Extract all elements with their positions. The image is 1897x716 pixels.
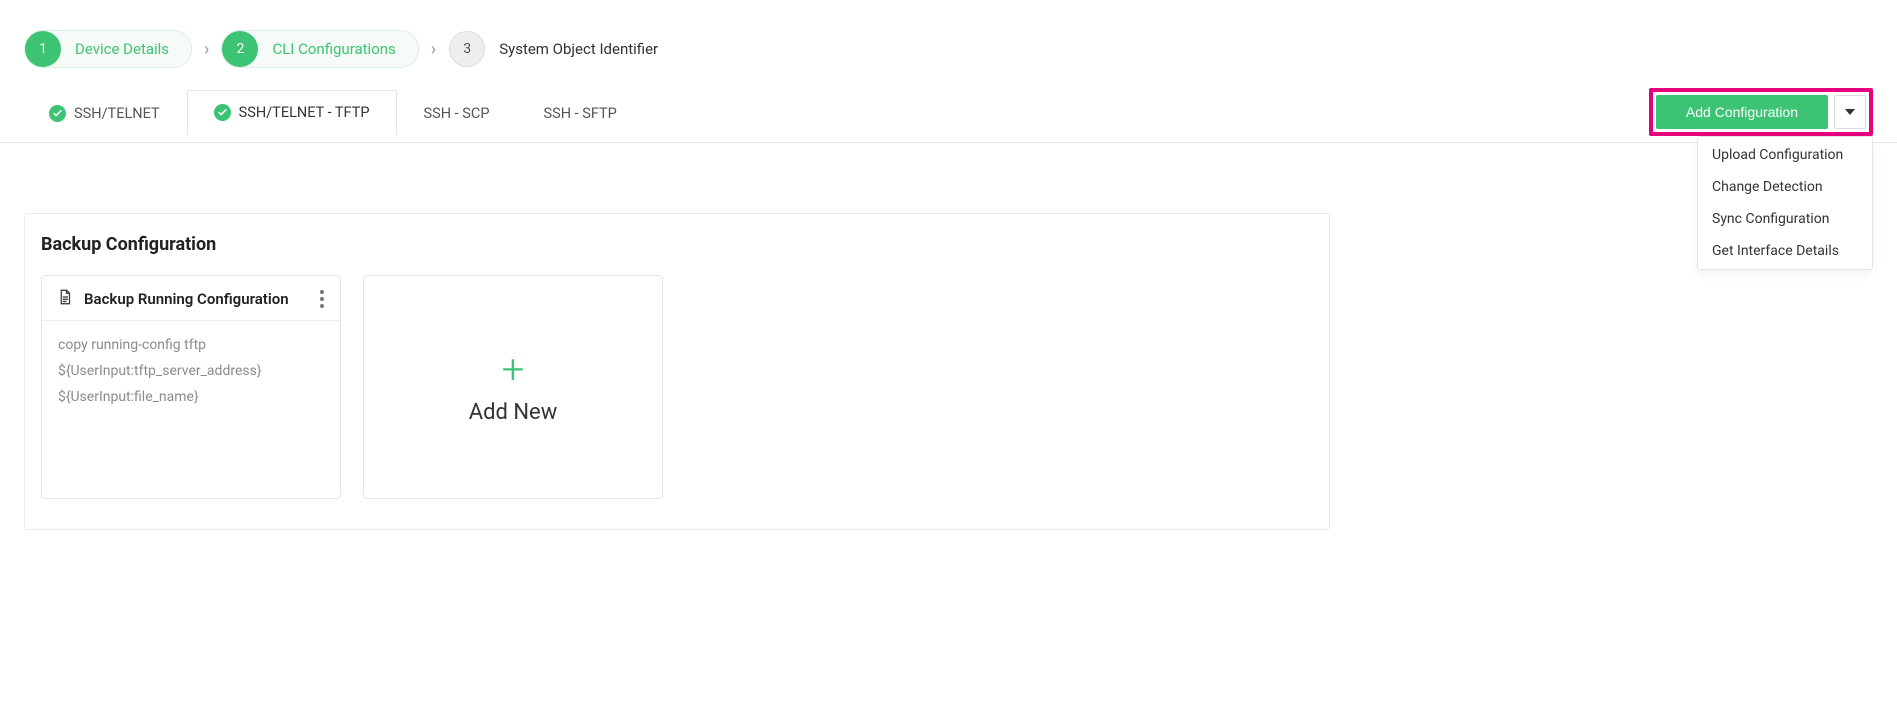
script-line: ${UserInput:tftp_server_address} [58, 359, 324, 385]
card-head: Backup Running Configuration [42, 276, 340, 320]
tabbar-row: SSH/TELNET SSH/TELNET - TFTP SSH - SCP S… [0, 84, 1897, 143]
add-new-label: Add New [469, 400, 558, 425]
menu-change-detection[interactable]: Change Detection [1698, 171, 1872, 203]
wizard-steps: 1 Device Details › 2 CLI Configurations … [0, 0, 1897, 84]
card-backup-running-configuration: Backup Running Configuration copy runnin… [41, 275, 341, 499]
script-line: ${UserInput:file_name} [58, 385, 324, 411]
step-label: Device Details [75, 40, 169, 58]
caret-down-icon [1845, 109, 1855, 115]
card-body: copy running-config tftp ${UserInput:tft… [42, 320, 340, 423]
check-icon [214, 104, 231, 121]
backup-configuration-panel: Backup Configuration Backup Running Conf… [24, 213, 1330, 530]
add-configuration-button[interactable]: Add Configuration [1656, 95, 1828, 129]
chevron-right-icon: › [204, 39, 209, 60]
chevron-right-icon: › [431, 39, 436, 60]
action-highlight: Add Configuration [1649, 88, 1873, 136]
menu-upload-configuration[interactable]: Upload Configuration [1698, 139, 1872, 171]
step-num: 3 [449, 31, 485, 67]
card-add-new[interactable]: + Add New [363, 275, 663, 499]
tab-label: SSH/TELNET - TFTP [239, 104, 370, 121]
cards: Backup Running Configuration copy runnin… [41, 275, 1313, 499]
tab-label: SSH/TELNET [74, 105, 160, 122]
step-device-details[interactable]: 1 Device Details [24, 30, 192, 68]
tab-ssh-telnet[interactable]: SSH/TELNET [22, 90, 187, 136]
action-area: Add Configuration Upload Configuration C… [1649, 84, 1873, 142]
step-label: System Object Identifier [499, 40, 658, 58]
add-configuration-dropdown: Upload Configuration Change Detection Sy… [1697, 136, 1873, 270]
tab-ssh-sftp[interactable]: SSH - SFTP [516, 90, 643, 136]
menu-get-interface-details[interactable]: Get Interface Details [1698, 235, 1872, 267]
tab-label: SSH - SCP [424, 105, 490, 122]
card-kebab-menu[interactable] [312, 290, 332, 308]
step-num: 2 [222, 31, 258, 67]
tab-ssh-scp[interactable]: SSH - SCP [397, 90, 517, 136]
script-line: copy running-config tftp [58, 333, 324, 359]
menu-sync-configuration[interactable]: Sync Configuration [1698, 203, 1872, 235]
document-icon [56, 288, 74, 310]
tab-ssh-telnet-tftp[interactable]: SSH/TELNET - TFTP [187, 90, 397, 136]
step-cli-configurations[interactable]: 2 CLI Configurations [221, 30, 418, 68]
tab-label: SSH - SFTP [543, 105, 616, 122]
step-system-object-identifier[interactable]: 3 System Object Identifier [448, 30, 681, 68]
tabbar: SSH/TELNET SSH/TELNET - TFTP SSH - SCP S… [22, 90, 644, 136]
check-icon [49, 105, 66, 122]
plus-icon: + [502, 350, 525, 390]
step-num: 1 [25, 31, 61, 67]
panel-title: Backup Configuration [41, 234, 1313, 255]
add-configuration-dropdown-toggle[interactable] [1834, 95, 1866, 129]
card-title: Backup Running Configuration [84, 290, 302, 308]
step-label: CLI Configurations [272, 40, 395, 58]
